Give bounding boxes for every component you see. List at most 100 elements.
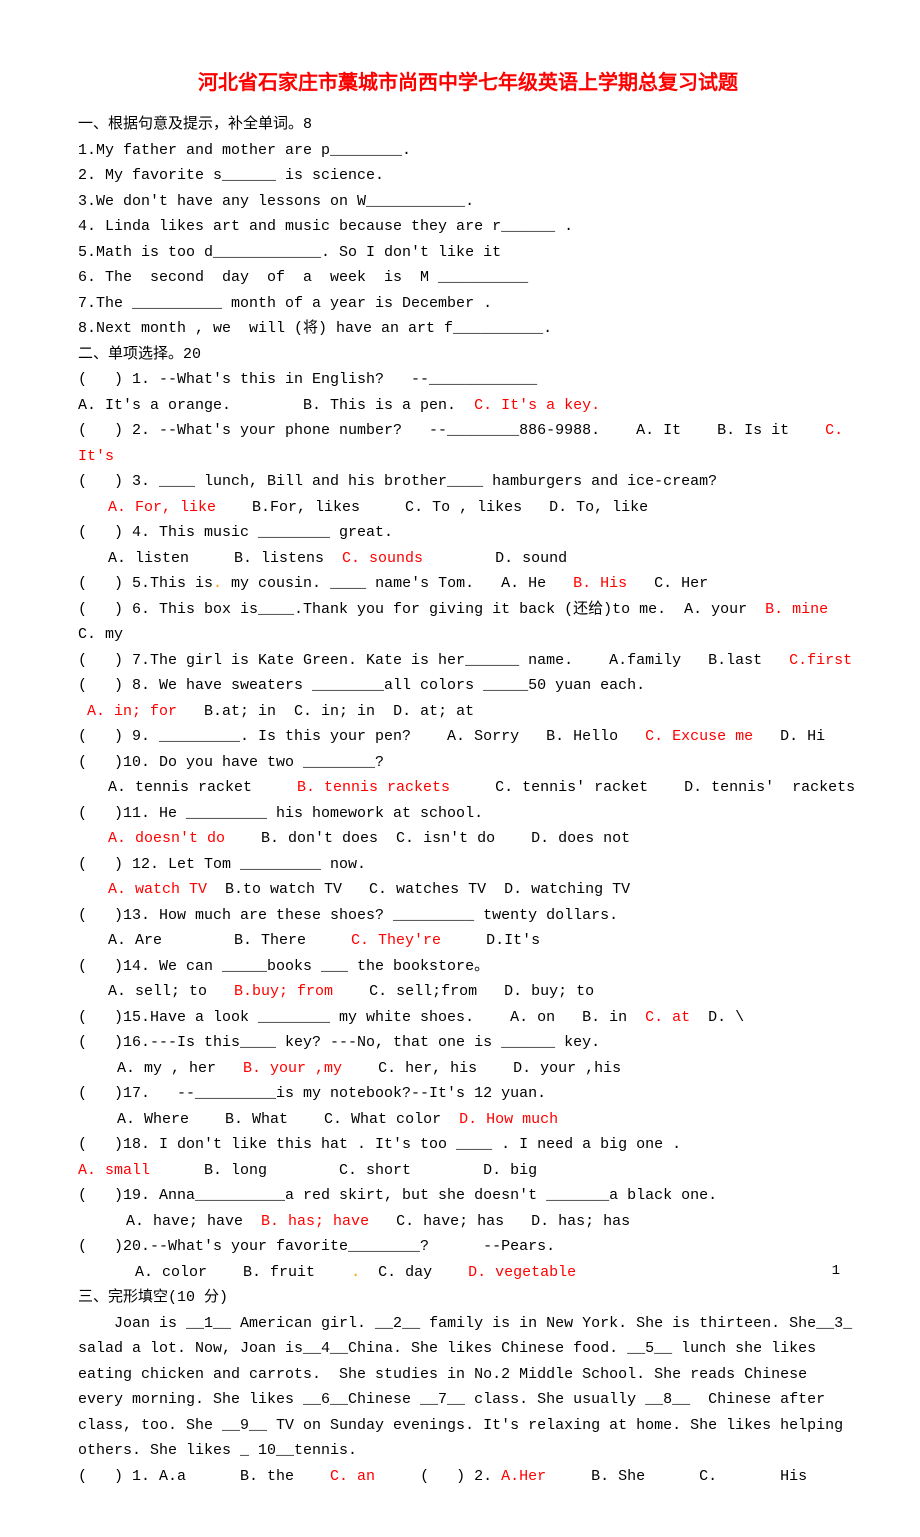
cloze-2-ans: A.Her: [501, 1468, 546, 1485]
q2-10a: ( )10. Do you have two ________?: [78, 750, 858, 776]
q2-1a: ( ) 1. --What's this in English? --_____…: [78, 367, 858, 393]
q2-4a: ( ) 4. This music ________ great.: [78, 520, 858, 546]
q2-18b: A. small B. long C. short D. big: [78, 1158, 858, 1184]
q2-15-ans: C. at: [645, 1009, 690, 1026]
q2-6-pre: ( ) 6. This box is____.Thank you for giv…: [78, 601, 765, 618]
q1-7: 7.The __________ month of a year is Dece…: [78, 291, 858, 317]
cloze-options: ( ) 1. A.a B. the C. an ( ) 2. A.Her B. …: [78, 1464, 858, 1490]
q2-15-pre: ( )15.Have a look ________ my white shoe…: [78, 1009, 645, 1026]
q2-7: ( ) 7.The girl is Kate Green. Kate is he…: [78, 648, 858, 674]
q2-13b-ans: C. They're: [351, 932, 441, 949]
cloze-1-ans: C. an: [330, 1468, 375, 1485]
q2-7-pre: ( ) 7.The girl is Kate Green. Kate is he…: [78, 652, 789, 669]
q2-2: ( ) 2. --What's your phone number? --___…: [78, 418, 858, 469]
q2-8b-ans: A. in; for: [87, 703, 177, 720]
page-title: 河北省石家庄市藁城市尚西中学七年级英语上学期总复习试题: [78, 68, 858, 102]
q2-14b-pre: A. sell; to: [108, 983, 234, 1000]
q2-14b-post: C. sell;from D. buy; to: [333, 983, 594, 1000]
q2-5: ( ) 5.This is. my cousin. ____ name's To…: [78, 571, 858, 597]
q2-3a: ( ) 3. ____ lunch, Bill and his brother_…: [78, 469, 858, 495]
q2-20b-mid: C. day: [360, 1264, 468, 1281]
q2-12a: ( ) 12. Let Tom _________ now.: [78, 852, 858, 878]
q2-17b-pre: A. Where B. What C. What color: [108, 1111, 459, 1128]
q2-8a: ( ) 8. We have sweaters ________all colo…: [78, 673, 858, 699]
q2-12b: A. watch TV B.to watch TV C. watches TV …: [78, 877, 858, 903]
q2-16b-pre: A. my , her: [108, 1060, 243, 1077]
q2-4b-pre: A. listen B. listens: [108, 550, 342, 567]
q2-17a: ( )17. --_________is my notebook?--It's …: [78, 1081, 858, 1107]
q2-9-post: D. Hi: [753, 728, 825, 745]
q1-1: 1.My father and mother are p________.: [78, 138, 858, 164]
q2-5-mid: my cousin. ____ name's Tom. A. He: [222, 575, 573, 592]
q1-4: 4. Linda likes art and music because the…: [78, 214, 858, 240]
passage: Joan is __1__ American girl. __2__ famil…: [78, 1311, 858, 1464]
q2-10b-ans: B. tennis rackets: [297, 779, 450, 796]
q2-18a: ( )18. I don't like this hat . It's too …: [78, 1132, 858, 1158]
q2-5-ans: B. His: [573, 575, 627, 592]
q2-10b-post: C. tennis' racket D. tennis' rackets: [450, 779, 855, 796]
q2-12b-ans: A. watch TV: [108, 881, 207, 898]
q2-11a: ( )11. He _________ his homework at scho…: [78, 801, 858, 827]
page-number: 1: [832, 1260, 840, 1284]
q2-19b-ans: B. has; have: [261, 1213, 369, 1230]
q2-10b: A. tennis racket B. tennis rackets C. te…: [78, 775, 858, 801]
q2-4b-ans: C. sounds: [342, 550, 423, 567]
q2-13a: ( )13. How much are these shoes? _______…: [78, 903, 858, 929]
q2-16b: A. my , her B. your ,my C. her, his D. y…: [78, 1056, 858, 1082]
q2-13b-pre: A. Are B. There: [108, 932, 351, 949]
q2-8b: A. in; for B.at; in C. in; in D. at; at: [78, 699, 858, 725]
q2-13b-post: D.It's: [441, 932, 540, 949]
q1-6: 6. The second day of a week is M _______…: [78, 265, 858, 291]
q2-14b: A. sell; to B.buy; from C. sell;from D. …: [78, 979, 858, 1005]
q1-5: 5.Math is too d____________. So I don't …: [78, 240, 858, 266]
q2-3b-post: B.For, likes C. To , likes D. To, like: [216, 499, 648, 516]
q2-20a: ( )20.--What's your favorite________? --…: [78, 1234, 858, 1260]
q2-4b-post: D. sound: [423, 550, 567, 567]
q2-15: ( )15.Have a look ________ my white shoe…: [78, 1005, 858, 1031]
q2-3b-ans: A. For, like: [108, 499, 216, 516]
q2-20b-ans: D. vegetable: [468, 1264, 576, 1281]
cloze-mid: ( ) 2.: [375, 1468, 501, 1485]
q2-1b-pre: A. It's a orange. B. This is a pen.: [78, 397, 474, 414]
q2-18b-post: B. long C. short D. big: [150, 1162, 537, 1179]
section2-heading: 二、单项选择。20: [78, 342, 858, 368]
section1-heading: 一、根据句意及提示，补全单词。8: [78, 112, 858, 138]
q2-2-pre: ( ) 2. --What's your phone number? --___…: [78, 422, 825, 439]
q2-11b-post: B. don't does C. isn't do D. does not: [225, 830, 630, 847]
q2-19b: A. have; have B. has; have C. have; has …: [78, 1209, 858, 1235]
q2-20b: A. color B. fruit . C. day D. vegetable: [78, 1260, 858, 1286]
q1-3: 3.We don't have any lessons on W________…: [78, 189, 858, 215]
q2-10b-pre: A. tennis racket: [108, 779, 297, 796]
q2-5-pre: ( ) 5.This is: [78, 575, 213, 592]
cloze-pre: ( ) 1. A.a B. the: [78, 1468, 330, 1485]
q2-6-ans: B. mine: [765, 601, 828, 618]
q2-3b: A. For, like B.For, likes C. To , likes …: [78, 495, 858, 521]
q2-16b-post: C. her, his D. your ,his: [342, 1060, 621, 1077]
q2-1b-ans: C. It's a key.: [474, 397, 600, 414]
q2-20b-pre: A. color B. fruit: [108, 1264, 351, 1281]
q2-6: ( ) 6. This box is____.Thank you for giv…: [78, 597, 858, 648]
q2-12b-post: B.to watch TV C. watches TV D. watching …: [207, 881, 630, 898]
q2-5-post: C. Her: [627, 575, 708, 592]
q2-20b-dot: .: [351, 1264, 360, 1281]
q2-11b: A. doesn't do B. don't does C. isn't do …: [78, 826, 858, 852]
q2-11b-ans: A. doesn't do: [108, 830, 225, 847]
q2-15-post: D. \: [690, 1009, 744, 1026]
q2-9-ans: C. Excuse me: [645, 728, 753, 745]
q2-7-ans: C.first: [789, 652, 852, 669]
q2-4b: A. listen B. listens C. sounds D. sound: [78, 546, 858, 572]
q2-9: ( ) 9. _________. Is this your pen? A. S…: [78, 724, 858, 750]
q2-17b: A. Where B. What C. What color D. How mu…: [78, 1107, 858, 1133]
q2-8b-post: B.at; in C. in; in D. at; at: [177, 703, 474, 720]
q2-19b-post: C. have; has D. has; has: [369, 1213, 630, 1230]
q2-17b-ans: D. How much: [459, 1111, 558, 1128]
q2-1b: A. It's a orange. B. This is a pen. C. I…: [78, 393, 858, 419]
q2-14a: ( )14. We can _____books ___ the booksto…: [78, 954, 858, 980]
q2-19b-pre: A. have; have: [108, 1213, 261, 1230]
q2-13b: A. Are B. There C. They're D.It's: [78, 928, 858, 954]
q1-8: 8.Next month , we will (将) have an art f…: [78, 316, 858, 342]
section3-heading: 三、完形填空(10 分): [78, 1285, 858, 1311]
q1-2: 2. My favorite s______ is science.: [78, 163, 858, 189]
q2-9-pre: ( ) 9. _________. Is this your pen? A. S…: [78, 728, 645, 745]
q2-5-dot: .: [213, 575, 222, 592]
